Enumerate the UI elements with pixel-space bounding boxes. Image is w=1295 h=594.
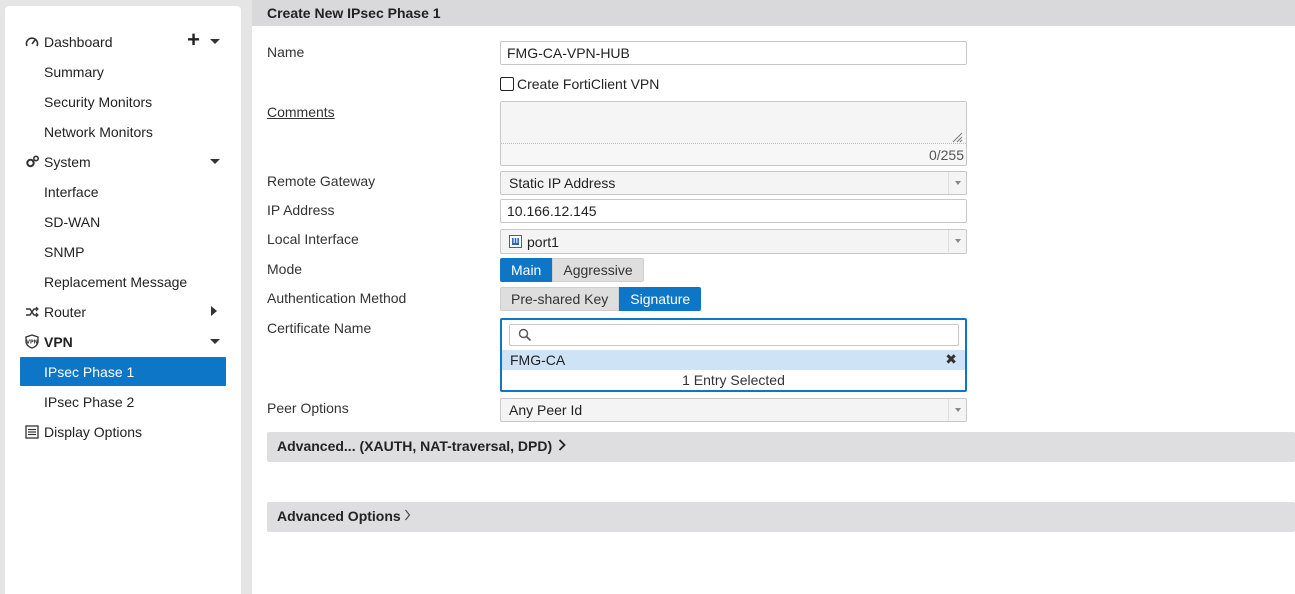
sidebar-item-dashboard[interactable]: Dashboard + (20, 27, 226, 56)
mode-aggressive-button[interactable]: Aggressive (552, 258, 644, 282)
chevron-down-icon[interactable] (210, 39, 220, 44)
remove-icon[interactable]: ✖ (945, 351, 957, 368)
certificate-name-label: Certificate Name (267, 320, 372, 336)
sidebar-item-vpn[interactable]: VPN VPN (20, 327, 226, 356)
comments-label: Comments (267, 104, 335, 120)
certificate-count: 1 Entry Selected (682, 372, 785, 388)
chevron-right-icon (558, 438, 566, 452)
certificate-entry-label: FMG-CA (510, 352, 566, 368)
sidebar-item-label: SD-WAN (44, 213, 101, 230)
sidebar-item-label: SNMP (44, 243, 85, 260)
forticlient-vpn-option[interactable]: Create FortiClient VPN (500, 76, 659, 92)
sidebar-item-system[interactable]: System (20, 147, 226, 176)
sidebar-item-label: Summary (44, 63, 104, 80)
auth-signature-button[interactable]: Signature (619, 287, 702, 311)
list-icon (24, 424, 40, 440)
gears-icon (24, 154, 40, 170)
chevron-down-icon[interactable] (210, 159, 220, 164)
mode-label: Mode (267, 261, 303, 277)
sidebar-item-label: Network Monitors (44, 123, 153, 140)
mode-toggle: Main Aggressive (500, 258, 644, 282)
advanced-xauth-label: Advanced... (XAUTH, NAT-traversal, DPD) (277, 438, 553, 454)
sidebar-item-label: Replacement Message (44, 273, 188, 290)
page-title: Create New IPsec Phase 1 (252, 0, 1295, 26)
sidebar-item-sdwan[interactable]: SD-WAN (20, 207, 226, 236)
sidebar-item-display-options[interactable]: Display Options (20, 417, 226, 446)
port-icon (509, 235, 522, 248)
sidebar-item-label: Dashboard (44, 33, 113, 50)
local-interface-label: Local Interface (267, 231, 359, 247)
sidebar-item-label: IPsec Phase 2 (44, 393, 135, 410)
svg-text:VPN: VPN (26, 340, 38, 346)
certificate-entry[interactable]: FMG-CA ✖ (502, 350, 965, 370)
sidebar-item-label: System (44, 153, 91, 170)
local-interface-value: port1 (527, 233, 559, 250)
router-shuffle-icon (24, 304, 40, 320)
chevron-down-icon[interactable] (210, 339, 220, 344)
chevron-right-icon[interactable] (211, 306, 217, 316)
ip-address-input[interactable]: 10.166.12.145 (500, 199, 967, 223)
sidebar-item-label: Router (44, 303, 87, 320)
name-input[interactable]: FMG-CA-VPN-HUB (500, 41, 967, 65)
add-dashboard-icon[interactable]: + (187, 29, 200, 51)
sidebar: Dashboard + Summary Security Monitors Ne… (5, 6, 241, 594)
comments-textarea[interactable]: 0/255 (500, 101, 967, 166)
name-label: Name (267, 44, 305, 60)
sidebar-item-security-monitors[interactable]: Security Monitors (20, 87, 226, 116)
certificate-search-input[interactable] (509, 324, 959, 346)
sidebar-item-ipsec-phase1[interactable]: IPsec Phase 1 (20, 357, 226, 386)
remote-gateway-label: Remote Gateway (267, 173, 376, 189)
chevron-right-icon (404, 508, 411, 522)
sidebar-item-label: Security Monitors (44, 93, 153, 110)
sidebar-item-interface[interactable]: Interface (20, 177, 226, 206)
ip-address-label: IP Address (267, 202, 335, 218)
chevron-down-icon[interactable] (948, 399, 966, 421)
sidebar-item-label: Interface (44, 183, 99, 200)
advanced-options-section[interactable]: Advanced Options (267, 502, 1295, 532)
forticlient-vpn-label: Create FortiClient VPN (517, 76, 660, 92)
auth-method-toggle: Pre-shared Key Signature (500, 287, 702, 311)
sidebar-item-label: Display Options (44, 423, 143, 440)
remote-gateway-select[interactable]: Static IP Address (500, 171, 967, 195)
search-icon (518, 328, 532, 345)
sidebar-item-router[interactable]: Router (20, 297, 226, 326)
comments-text-area[interactable] (501, 102, 966, 144)
resize-handle-icon[interactable] (951, 130, 963, 143)
peer-options-value: Any Peer Id (509, 402, 583, 418)
advanced-options-label: Advanced Options (277, 508, 401, 524)
auth-psk-button[interactable]: Pre-shared Key (500, 287, 620, 311)
comments-char-count: 0/255 (928, 147, 964, 163)
forticlient-vpn-checkbox[interactable] (500, 77, 514, 91)
sidebar-item-replacement-message[interactable]: Replacement Message (20, 267, 226, 296)
advanced-xauth-section[interactable]: Advanced... (XAUTH, NAT-traversal, DPD) (267, 432, 1295, 462)
local-interface-select[interactable]: port1 (500, 229, 967, 254)
sidebar-item-label: IPsec Phase 1 (44, 363, 135, 380)
sidebar-item-label: VPN (44, 333, 73, 350)
main-panel: Create New IPsec Phase 1 Name FMG-CA-VPN… (252, 0, 1295, 594)
sidebar-item-snmp[interactable]: SNMP (20, 237, 226, 266)
vpn-shield-icon: VPN (24, 334, 40, 350)
sidebar-item-summary[interactable]: Summary (20, 57, 226, 86)
mode-main-button[interactable]: Main (500, 258, 553, 282)
sidebar-item-ipsec-phase2[interactable]: IPsec Phase 2 (20, 387, 226, 416)
certificate-selector: FMG-CA ✖ 1 Entry Selected (500, 318, 967, 392)
chevron-down-icon[interactable] (948, 230, 966, 252)
sidebar-item-network-monitors[interactable]: Network Monitors (20, 117, 226, 146)
peer-options-label: Peer Options (267, 400, 349, 416)
chevron-down-icon[interactable] (948, 172, 966, 194)
auth-method-label: Authentication Method (267, 290, 407, 306)
remote-gateway-value: Static IP Address (509, 175, 616, 191)
peer-options-select[interactable]: Any Peer Id (500, 398, 967, 422)
dashboard-gauge-icon (24, 34, 40, 50)
